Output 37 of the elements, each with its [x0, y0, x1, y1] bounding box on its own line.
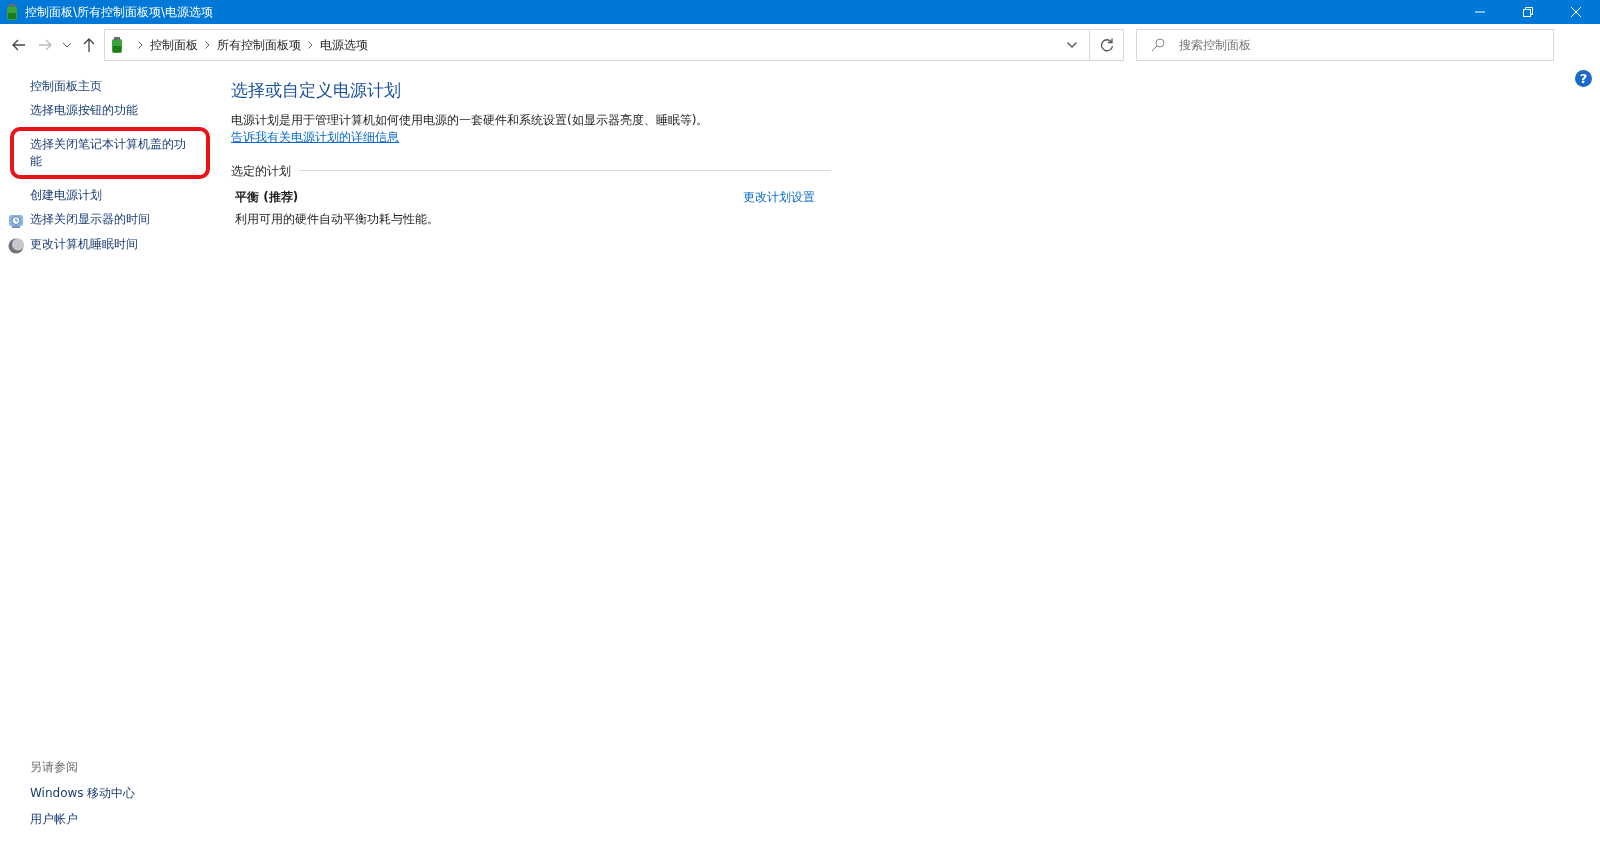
section-heading: 选定的计划: [231, 162, 291, 180]
chevron-icon: [205, 41, 210, 49]
caret-icon[interactable]: [63, 42, 71, 48]
power-options-icon: [4, 3, 20, 21]
refresh-icon[interactable]: [1099, 38, 1114, 52]
page-title: 选择或自定义电源计划: [231, 79, 402, 102]
window-title: 控制面板\所有控制面板项\电源选项: [25, 4, 215, 21]
details-link[interactable]: 告诉我有关电源计划的详细信息: [231, 129, 399, 144]
breadcrumb-item[interactable]: 所有控制面板项: [217, 36, 301, 54]
chevron-icon: [308, 41, 313, 49]
search-box[interactable]: 搜索控制面板: [1136, 29, 1554, 61]
see-also-link[interactable]: Windows 移动中心: [30, 785, 215, 802]
restore-icon[interactable]: [1523, 7, 1533, 17]
sidebar-link[interactable]: 选择关闭显示器的时间: [30, 211, 150, 228]
description-text: 电源计划是用于管理计算机如何使用电源的一套硬件和系统设置(如显示器亮度、睡眠等)。 告诉我有关电源计划的详细信息: [231, 111, 710, 146]
breadcrumb-item[interactable]: 电源选项: [320, 36, 368, 54]
see-also-heading: 另请参阅: [30, 759, 79, 776]
back-arrow-icon[interactable]: [12, 39, 26, 51]
sidebar-link[interactable]: 选择电源按钮的功能: [30, 102, 138, 119]
see-also-link[interactable]: 用户帐户: [30, 811, 215, 828]
help-button[interactable]: ?: [1575, 70, 1592, 87]
plan-name: 平衡 (推荐): [235, 188, 300, 206]
power-options-icon: [109, 36, 125, 54]
search-icon: [1151, 38, 1165, 52]
close-icon[interactable]: [1571, 7, 1581, 17]
breadcrumb-item[interactable]: 控制面板: [150, 36, 198, 54]
sidebar-link[interactable]: 更改计算机睡眠时间: [30, 236, 138, 253]
up-arrow-icon[interactable]: [83, 38, 95, 52]
plan-description: 利用可用的硬件自动平衡功耗与性能。: [235, 210, 439, 228]
sidebar-link[interactable]: 选择关闭笔记本计算机盖的功能: [30, 136, 195, 170]
moon-icon: [8, 237, 24, 254]
monitor-clock-icon: [8, 212, 24, 229]
change-plan-link[interactable]: 更改计划设置: [743, 187, 815, 206]
caret-icon[interactable]: [1067, 42, 1077, 48]
sidebar-link[interactable]: 控制面板主页: [30, 78, 102, 95]
sidebar-link[interactable]: 创建电源计划: [30, 187, 102, 204]
chevron-icon: [138, 41, 143, 49]
